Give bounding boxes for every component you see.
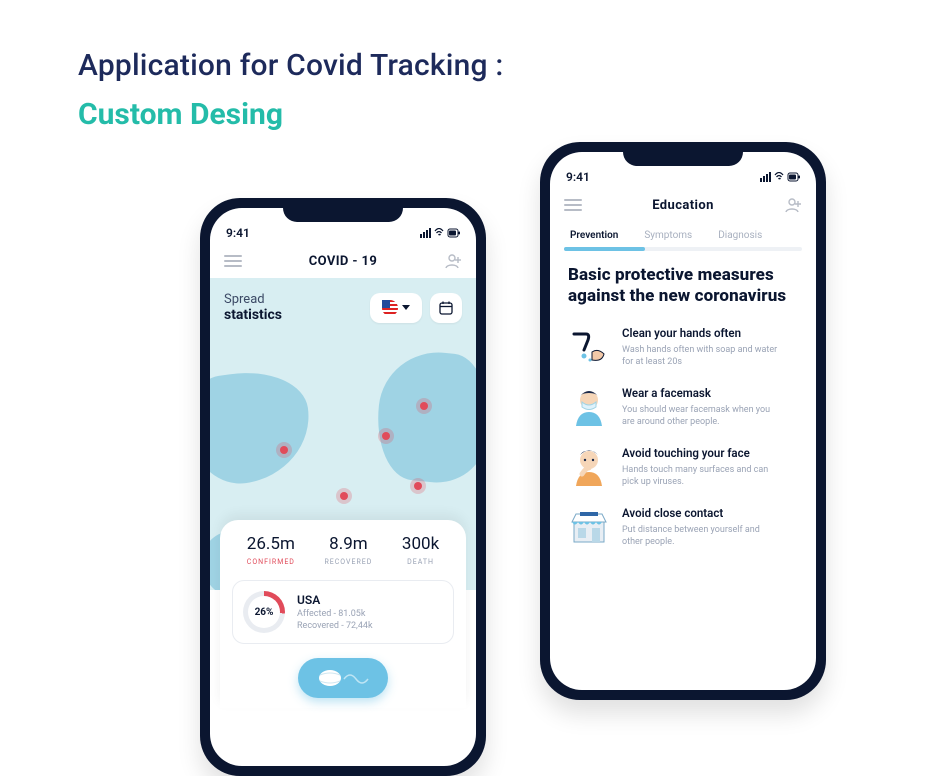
- status-time: 9:41: [566, 170, 590, 184]
- person-touch-face-icon: [568, 446, 610, 488]
- user-icon[interactable]: [444, 252, 462, 270]
- phone-education: 9:41 Education: [540, 142, 826, 700]
- tab-symptoms[interactable]: Symptoms: [644, 230, 692, 241]
- page-title-line-1: Application for Covid Tracking :: [78, 48, 503, 83]
- menu-icon[interactable]: [564, 199, 582, 211]
- facemask-icon: [314, 665, 372, 691]
- map-hotspot[interactable]: [280, 446, 288, 454]
- status-icons: [760, 170, 800, 184]
- status-icons: [420, 226, 460, 240]
- stat-death: 300k DEATH: [402, 534, 439, 566]
- phone-stats: 9:41 COVID - 19: [200, 198, 486, 776]
- education-heading: Basic protective measures against the ne…: [568, 265, 798, 308]
- tab-indicator: [564, 247, 802, 251]
- app-header: Education: [550, 186, 816, 222]
- phone-notch: [283, 198, 403, 222]
- flag-icon: [382, 300, 398, 316]
- tip-clean-hands[interactable]: Clean your hands often Wash hands often …: [568, 326, 798, 368]
- app-title: Education: [652, 198, 714, 213]
- map-hotspot[interactable]: [420, 402, 428, 410]
- map-hotspot[interactable]: [340, 492, 348, 500]
- app-header: COVID - 19: [210, 242, 476, 278]
- tip-close-contact[interactable]: Avoid close contact Put distance between…: [568, 506, 798, 548]
- country-card[interactable]: 26% USA Affected - 81.05k Recovered - 72…: [232, 580, 454, 644]
- stats-card: 26.5m CONFIRMED 8.9m RECOVERED 300k DEAT…: [220, 520, 466, 708]
- menu-icon[interactable]: [224, 255, 242, 267]
- tip-avoid-face[interactable]: Avoid touching your face Hands touch man…: [568, 446, 798, 488]
- stat-recovered: 8.9m RECOVERED: [324, 534, 372, 566]
- spread-heading: Spread statistics: [224, 292, 282, 323]
- map-hotspot[interactable]: [414, 482, 422, 490]
- progress-ring: 26%: [243, 591, 285, 633]
- country-picker[interactable]: [370, 293, 422, 323]
- page-title-line-2: Custom Desing: [78, 97, 503, 132]
- tab-diagnosis[interactable]: Diagnosis: [718, 230, 762, 241]
- country-affected: Affected - 81.05k: [297, 609, 373, 619]
- tip-facemask[interactable]: Wear a facemask You should wear facemask…: [568, 386, 798, 428]
- map-hotspot[interactable]: [382, 432, 390, 440]
- wash-hands-icon: [568, 326, 610, 368]
- user-icon[interactable]: [784, 196, 802, 214]
- country-name: USA: [297, 593, 373, 607]
- calendar-icon: [438, 300, 454, 316]
- status-time: 9:41: [226, 226, 250, 240]
- tab-prevention[interactable]: Prevention: [570, 230, 618, 241]
- calendar-button[interactable]: [430, 293, 462, 323]
- person-mask-icon: [568, 386, 610, 428]
- phone-notch: [623, 142, 743, 166]
- chevron-down-icon: [402, 305, 410, 310]
- mask-button[interactable]: [298, 658, 388, 698]
- stat-confirmed: 26.5m CONFIRMED: [247, 534, 295, 566]
- country-recovered: Recovered - 72,44k: [297, 621, 373, 631]
- app-title: COVID - 19: [309, 254, 378, 269]
- storefront-icon: [568, 506, 610, 548]
